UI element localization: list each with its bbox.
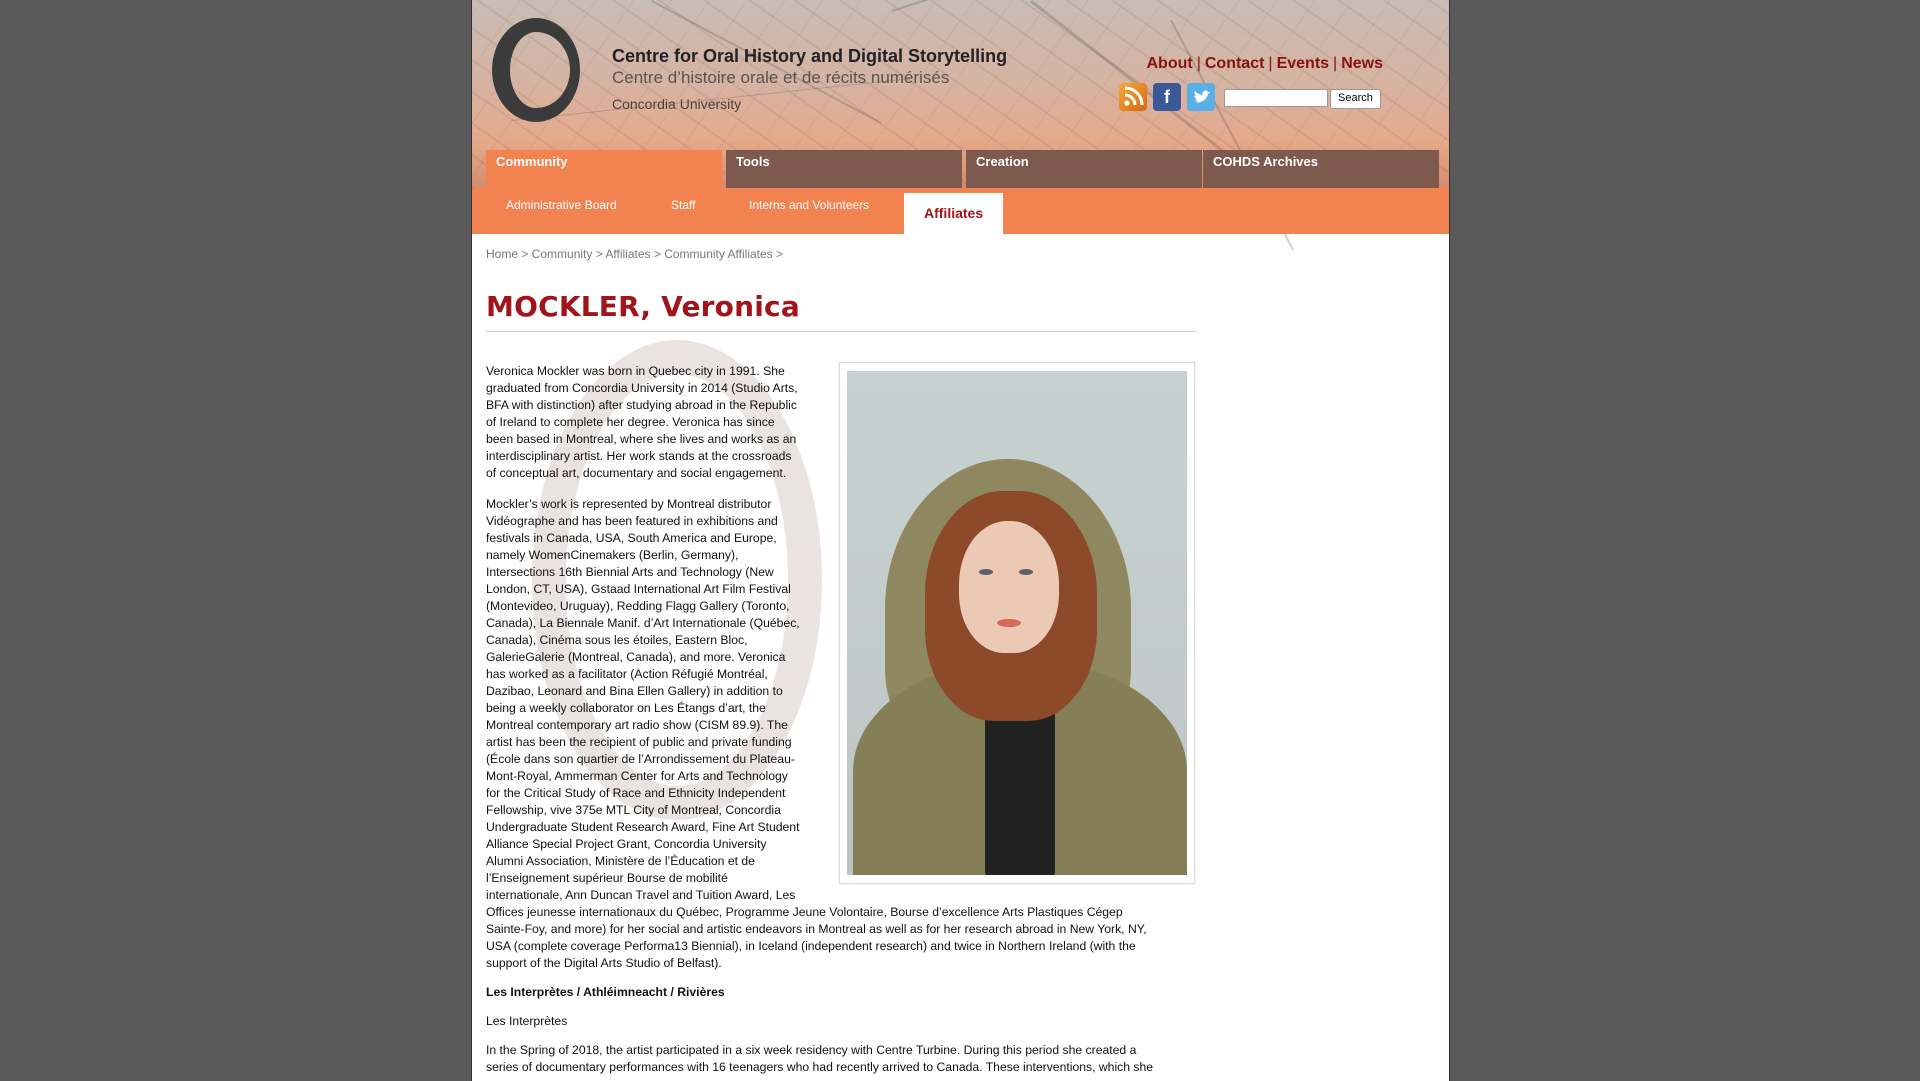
sub-navigation: Administrative Board Staff Interns and V…	[472, 188, 1449, 234]
tab-cohds-archives[interactable]: COHDS Archives	[1203, 150, 1439, 188]
text-line: of Ireland to complete her degree. Veron…	[486, 415, 775, 429]
bio-paragraph-2-continued: Offices jeunesse internationaux du Québe…	[486, 904, 1198, 972]
text-line: being a weekly collaborator on Les Étang…	[486, 701, 766, 715]
tab-community[interactable]: Community	[486, 150, 722, 188]
text-line: Montreal contemporary art radio show (CI…	[486, 718, 788, 732]
search-button[interactable]: Search	[1330, 89, 1381, 109]
text-line: been based in Montreal, where she lives …	[486, 432, 797, 446]
text-line: (École dans son quartier de l’Arrondisse…	[486, 752, 795, 766]
text-line: BFA with distinction) after studying abr…	[486, 398, 797, 412]
photo-eye	[979, 569, 993, 575]
text-line: (Montevideo, Uruguay), Redding Flagg Gal…	[486, 599, 790, 613]
text-line: Undergraduate Student Research Award, Fi…	[486, 820, 800, 834]
events-link[interactable]: Events	[1277, 55, 1329, 72]
text-line: In the Spring of 2018, the artist partic…	[486, 1043, 1137, 1057]
text-line: internationale, Ann Duncan Travel and Tu…	[486, 888, 796, 902]
text-line: Alliance Special Project Grant, Concordi…	[486, 837, 767, 851]
twitter-icon[interactable]	[1187, 83, 1215, 111]
bio-paragraph-3: In the Spring of 2018, the artist partic…	[486, 1042, 1198, 1076]
text-line: has worked as a facilitator (Action Réfu…	[486, 667, 768, 681]
top-links: About | Contact | Events | News	[1147, 55, 1384, 73]
text-line: series of documentary performances with …	[486, 1060, 1154, 1074]
about-link[interactable]: About	[1147, 55, 1193, 72]
text-line: Mont-Royal, Ammerman Center for Arts and…	[486, 769, 788, 783]
contact-link[interactable]: Contact	[1205, 55, 1265, 72]
cohds-logo[interactable]	[492, 18, 580, 122]
breadcrumb[interactable]: Home > Community > Affiliates > Communit…	[486, 247, 783, 261]
text-line: festivals in Canada, USA, South America …	[486, 531, 777, 545]
bio-paragraph-1: Veronica Mockler was born in Quebec city…	[486, 363, 816, 482]
bio-paragraph-2: Mockler’s work is represented by Montrea…	[486, 496, 816, 904]
section-heading: Les Interprètes / Athléimneacht / Rivièr…	[486, 985, 725, 999]
search-input[interactable]	[1224, 89, 1328, 107]
site-university: Concordia University	[612, 96, 742, 112]
page-title: MOCKLER, Veronica	[486, 290, 800, 323]
subtab-administrative-board[interactable]: Administrative Board	[506, 198, 617, 212]
section-subheading: Les Interprètes	[486, 1014, 568, 1028]
news-link[interactable]: News	[1341, 55, 1383, 72]
text-line: Offices jeunesse internationaux du Québe…	[486, 905, 1123, 919]
photo-lips	[997, 619, 1021, 627]
subtab-affiliates[interactable]: Affiliates	[904, 193, 1004, 234]
portrait-photo	[847, 371, 1187, 875]
text-line: Sainte-Foy, and more) for her social and…	[486, 922, 1147, 936]
text-line: l’Enseignement supérieur Bourse de mobil…	[486, 871, 728, 885]
text-line: Alumni Association, Ministère de l’Éduca…	[486, 854, 755, 868]
top-link-separator: |	[1268, 55, 1273, 72]
site-title-fr[interactable]: Centre d’histoire orale et de récits num…	[612, 68, 949, 88]
text-line: for the Critical Study of Race and Ethni…	[486, 786, 786, 800]
photo-eye	[1019, 569, 1033, 575]
text-line: Mockler’s work is represented by Montrea…	[486, 497, 772, 511]
text-line: Veronica Mockler was born in Quebec city…	[486, 364, 785, 378]
site-title-en[interactable]: Centre for Oral History and Digital Stor…	[612, 46, 1007, 67]
text-line: Dazibao, Leonard and Bina Ellen Gallery)…	[486, 684, 783, 698]
text-line: Canada), Cinéma sous les étoiles, Easter…	[486, 633, 748, 647]
text-line: artist has been the recipient of public …	[486, 735, 792, 749]
text-line: of conceptual art, documentary and socia…	[486, 466, 787, 480]
tab-creation[interactable]: Creation	[966, 150, 1202, 188]
subtab-interns-volunteers[interactable]: Interns and Volunteers	[749, 198, 869, 212]
top-link-separator: |	[1333, 55, 1338, 72]
text-line: support of the Digital Arts Studio of Be…	[486, 956, 722, 970]
text-line: Canada), La Biennale Manif. d’Art Intern…	[486, 616, 800, 630]
text-line: namely WomenCinemakers (Berlin, Germany)…	[486, 548, 739, 562]
text-line: GalerieGalerie (Montreal, Canada), and m…	[486, 650, 786, 664]
text-line: Vidéographe and has been featured in exh…	[486, 514, 778, 528]
text-line: interdisciplinary artist. Her work stand…	[486, 449, 792, 463]
rss-icon[interactable]	[1119, 83, 1147, 111]
facebook-icon[interactable]: f	[1153, 83, 1181, 111]
text-line: USA (complete coverage Performa13 Bienni…	[486, 939, 1136, 953]
tab-tools[interactable]: Tools	[726, 150, 962, 188]
title-divider	[486, 331, 1196, 332]
text-line: Intersections 16th Biennial Arts and Tec…	[486, 565, 774, 579]
portrait-photo-frame	[839, 362, 1195, 884]
top-link-separator: |	[1196, 55, 1201, 72]
text-line: graduated from Concordia University in 2…	[486, 381, 798, 395]
text-line: London, CT, USA), Gstaad International A…	[486, 582, 791, 596]
photo-face	[959, 521, 1059, 653]
subtab-staff[interactable]: Staff	[671, 198, 695, 212]
text-line: Fellowship, vive 375e MTL City of Montre…	[486, 803, 781, 817]
page-container: Centre for Oral History and Digital Stor…	[471, 0, 1450, 1081]
